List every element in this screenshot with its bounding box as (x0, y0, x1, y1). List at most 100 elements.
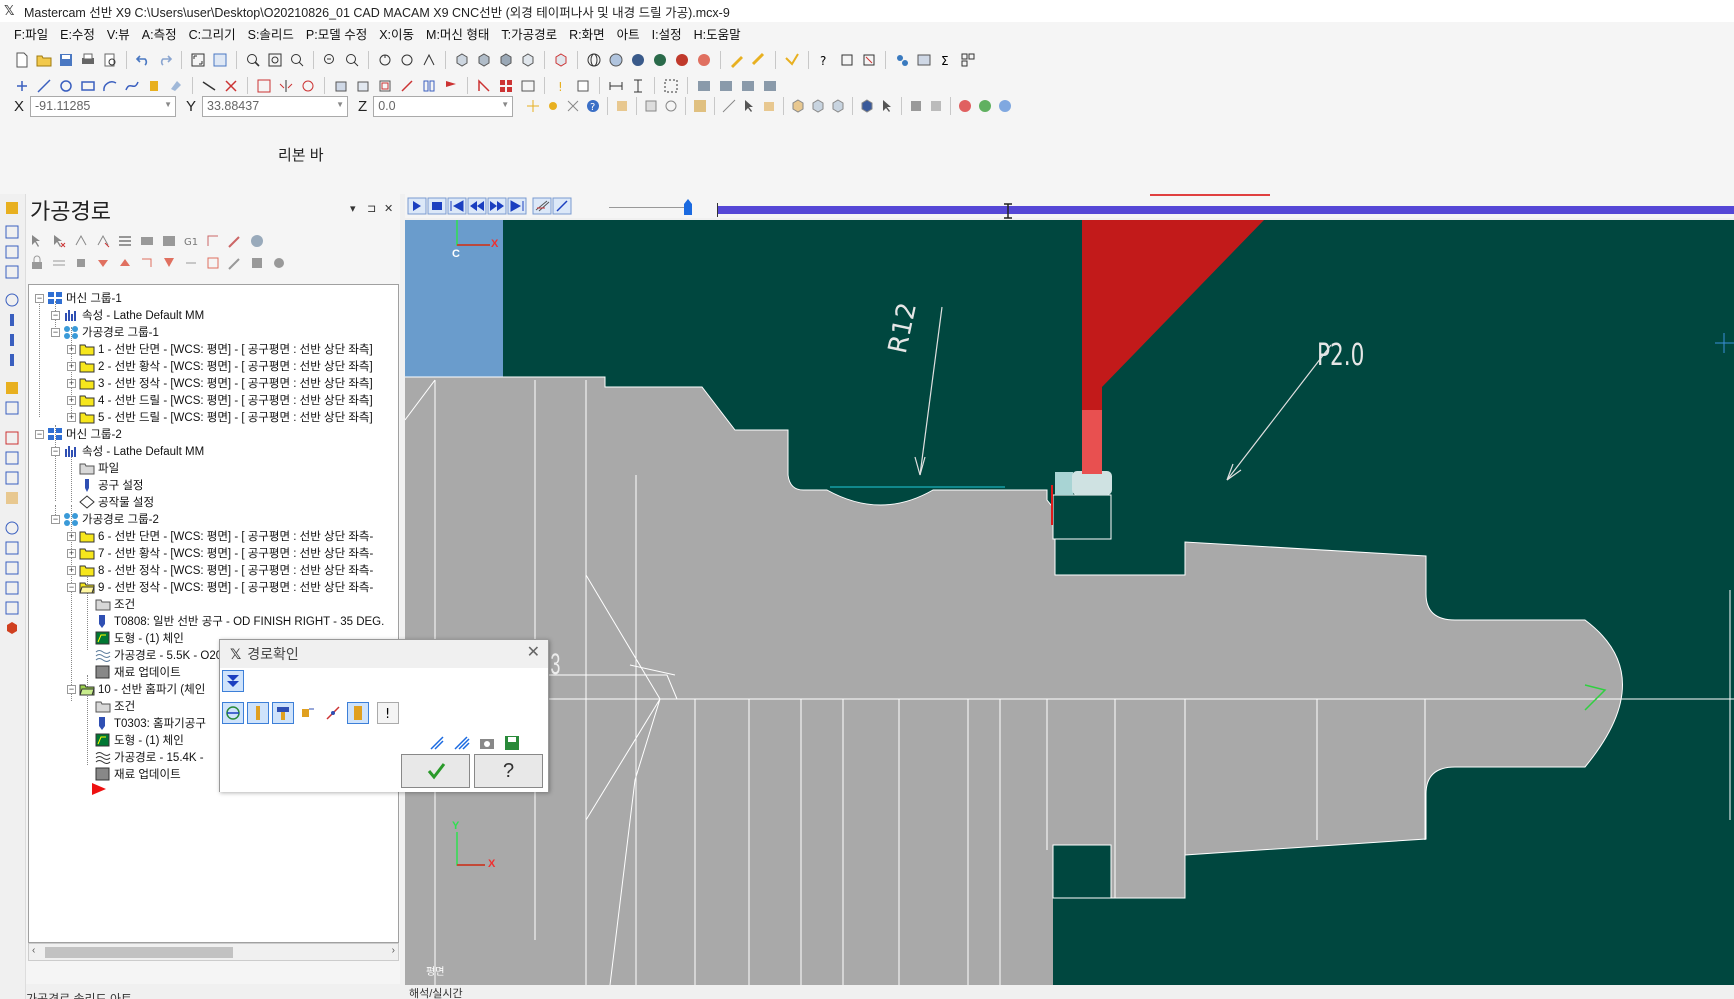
rotate-icon[interactable] (375, 50, 395, 70)
array-icon[interactable] (496, 76, 516, 96)
globe-icon[interactable] (584, 50, 604, 70)
menu-toolpaths[interactable]: T:가공경로 (495, 24, 563, 43)
line-icon[interactable] (34, 76, 54, 96)
tree-collapse-toggle[interactable]: − (35, 294, 44, 303)
tree-expand-toggle[interactable]: + (67, 345, 76, 354)
open-file-icon[interactable] (34, 50, 54, 70)
tree-expand-toggle[interactable]: + (67, 549, 76, 558)
tree-operation-6[interactable]: 6 - 선반 단면 - [WCS: 평면] - [ 공구평면 : 선반 상단 좌… (79, 528, 373, 544)
menu-help[interactable]: H:도움말 (688, 24, 747, 43)
speed-slider-track[interactable] (609, 207, 689, 208)
undo-icon[interactable] (133, 50, 153, 70)
tree-toolpath-group-1[interactable]: 가공경로 그룹-1 (63, 324, 159, 340)
tree-geometry-10[interactable]: 도형 - (1) 체인 (95, 732, 184, 748)
menu-xform[interactable]: X:이동 (373, 24, 420, 43)
strip-icon-10[interactable] (4, 400, 20, 416)
zoom-window-icon[interactable] (243, 50, 263, 70)
measure-icon[interactable] (749, 50, 769, 70)
settings-gears-icon[interactable] (892, 50, 912, 70)
tree-collapse-toggle[interactable]: − (67, 583, 76, 592)
top-view-icon[interactable] (474, 50, 494, 70)
tree-operation-10[interactable]: 10 - 선반 홈파기 (체인 (79, 681, 205, 697)
step-forward-button[interactable] (426, 732, 448, 754)
window-icon[interactable] (518, 76, 538, 96)
tree-tool-9[interactable]: T0808: 일반 선반 공구 - OD FINISH RIGHT - 35 D… (95, 613, 384, 629)
insert-after-icon[interactable] (138, 254, 156, 272)
pan-icon[interactable] (419, 50, 439, 70)
scroll-thumb[interactable] (45, 947, 233, 958)
verify-icon[interactable] (138, 232, 156, 250)
menu-screen[interactable]: R:화면 (563, 24, 611, 43)
translucent-icon[interactable] (694, 50, 714, 70)
g1-post-icon[interactable]: G1 (182, 232, 200, 250)
panel-bottom-tabs[interactable]: 가공경로 솔리드 아트 (26, 990, 400, 999)
tree-collapse-toggle[interactable]: − (51, 311, 60, 320)
tree-toolpath-10[interactable]: 가공경로 - 15.4K - (95, 749, 204, 765)
display-entity-button[interactable] (322, 702, 344, 724)
strip-icon-9[interactable] (4, 380, 20, 396)
tree-horizontal-scrollbar[interactable]: ‹ › (28, 943, 399, 961)
solid-a-icon[interactable] (788, 96, 808, 116)
stop-red-icon[interactable] (955, 96, 975, 116)
help-blue-icon[interactable] (995, 96, 1015, 116)
scroll-left-icon[interactable]: ‹ (32, 945, 35, 956)
strip-icon-15[interactable] (4, 520, 20, 536)
tree-operation-1[interactable]: 1 - 선반 단면 - [WCS: 평면] - [ 공구평면 : 선반 상단 좌… (79, 341, 373, 357)
tree-properties-1[interactable]: 속성 - Lathe Default MM (63, 307, 204, 323)
snap-star-icon[interactable] (523, 96, 543, 116)
note-icon[interactable] (573, 76, 593, 96)
select-solid-icon[interactable] (759, 96, 779, 116)
right-view-icon[interactable] (518, 50, 538, 70)
y-coordinate-input[interactable]: 33.88437 ▼ (202, 95, 349, 117)
solid-c-icon[interactable] (828, 96, 848, 116)
strip-icon-11[interactable] (4, 430, 20, 446)
simulate-icon[interactable] (160, 232, 178, 250)
menu-settings[interactable]: I:설정 (646, 24, 688, 43)
toggle-display-icon[interactable] (50, 254, 68, 272)
strip-icon-17[interactable] (4, 560, 20, 576)
group-a-icon[interactable] (694, 76, 714, 96)
wireframe-sphere-icon[interactable] (606, 50, 626, 70)
strip-icon-13[interactable] (4, 470, 20, 486)
dynamic-rotate-icon[interactable] (397, 50, 417, 70)
menu-analyze[interactable]: A:측정 (136, 24, 183, 43)
spline-icon[interactable] (122, 76, 142, 96)
cursor-icon[interactable] (739, 96, 759, 116)
level2-icon[interactable] (641, 96, 661, 116)
menu-art[interactable]: 아트 (611, 24, 646, 43)
menu-solids[interactable]: S:솔리드 (242, 24, 300, 43)
select-failed-ops-icon[interactable] (50, 232, 68, 250)
ok-green-icon[interactable] (975, 96, 995, 116)
tree-operation-5[interactable]: 5 - 선반 드릴 - [WCS: 평면] - [ 공구평면 : 선반 상단 좌… (79, 409, 373, 425)
analyze-icon[interactable] (782, 50, 802, 70)
shaded-red-icon[interactable] (672, 50, 692, 70)
display-rapid-button[interactable] (297, 702, 319, 724)
lock-icon[interactable] (28, 254, 46, 272)
strip-icon-16[interactable] (4, 540, 20, 556)
x-coordinate-input[interactable]: -91.11285 ▼ (30, 95, 177, 117)
checklist-icon[interactable] (837, 50, 857, 70)
level-icon[interactable] (612, 96, 632, 116)
zoom-selected-icon[interactable] (287, 50, 307, 70)
cross-icon[interactable] (221, 76, 241, 96)
hatch-icon[interactable] (661, 76, 681, 96)
z-coordinate-input[interactable]: 0.0 ▼ (373, 95, 514, 117)
tree-collapse-toggle[interactable]: − (35, 430, 44, 439)
arc-icon[interactable] (100, 76, 120, 96)
circle-icon[interactable] (56, 76, 76, 96)
offset-icon[interactable] (375, 76, 395, 96)
tree-machine-group-2[interactable]: 머신 그룹-2 (47, 426, 122, 442)
tree-parameters-10[interactable]: 조건 (95, 698, 135, 714)
playback-controls[interactable] (407, 196, 607, 216)
shaded-icon[interactable] (628, 50, 648, 70)
tree-expand-toggle[interactable]: + (67, 532, 76, 541)
tree-expand-toggle[interactable]: + (67, 566, 76, 575)
menu-file[interactable]: F:파일 (12, 24, 54, 43)
zoom-out-icon[interactable] (342, 50, 362, 70)
tree-tool-settings[interactable]: 공구 설정 (79, 477, 144, 493)
tool-a-icon[interactable] (906, 96, 926, 116)
move-up-icon[interactable] (116, 254, 134, 272)
tree-toolpath-group-2[interactable]: 가공경로 그룹-2 (63, 511, 159, 527)
display-holder-button[interactable] (272, 702, 294, 724)
dimension-h-icon[interactable] (606, 76, 626, 96)
